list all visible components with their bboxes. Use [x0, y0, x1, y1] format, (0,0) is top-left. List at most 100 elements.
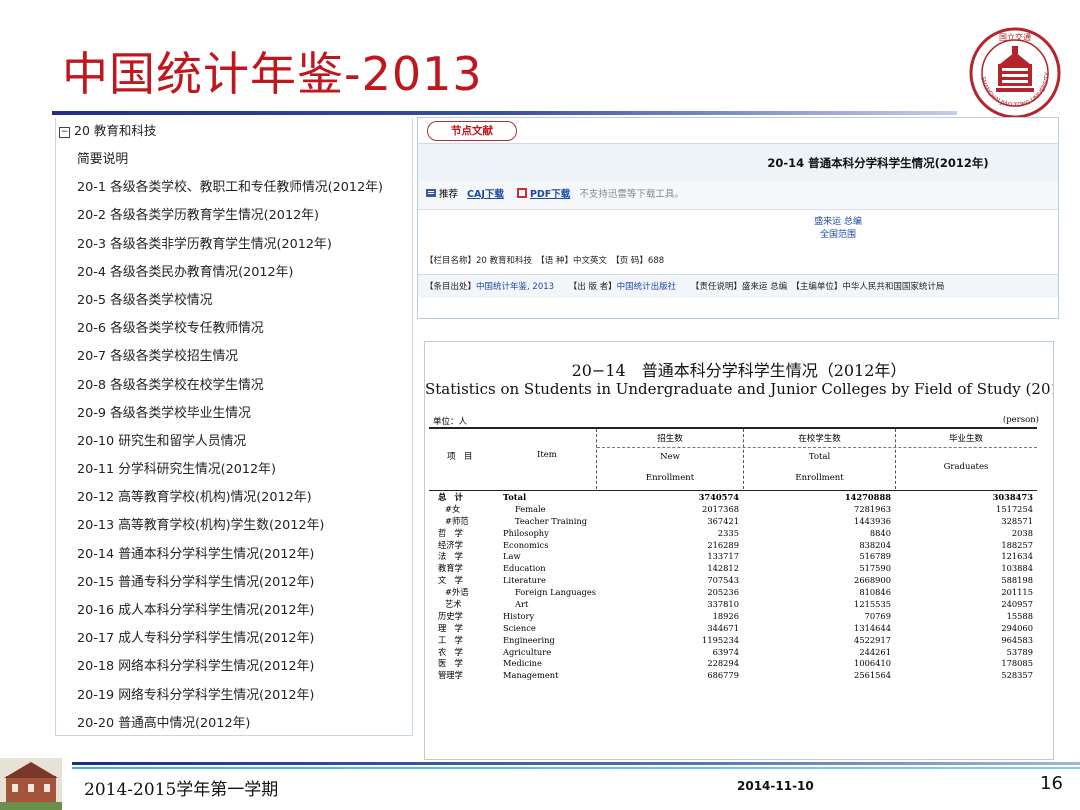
table-row: 管理学 Management 686779 2561564 528357 [429, 670, 1037, 682]
statistics-table: 20−14 普通本科分学科学生情况（2012年） Statistics on S… [424, 341, 1054, 760]
tree-item[interactable]: 20-16 成人本科分学科学生情况(2012年) [77, 602, 383, 630]
row-label-cn: 经济学 [438, 539, 463, 550]
tree-item[interactable]: 20-2 各级各类学历教育学生情况(2012年) [77, 207, 383, 235]
row-label-en: Economics [503, 539, 549, 550]
tree-item[interactable]: 20-5 各级各类学校情况 [77, 292, 383, 320]
footer-rule [72, 762, 1080, 765]
table-row: 哲 学 Philosophy 2335 8840 2038 [429, 528, 1037, 540]
editor-line-2[interactable]: 全国范围 [768, 229, 908, 242]
tree-item[interactable]: 20-3 各级各类非学历教育学生情况(2012年) [77, 236, 383, 264]
responsibility-text: 【责任说明】盛来运 总编 【主编单位】中华人民共和国国家统计局 [690, 282, 945, 292]
row-label-cn: #女 [445, 503, 461, 514]
pdf-icon [516, 188, 527, 198]
campus-photo [0, 758, 62, 810]
cell-total-enrollment: 838204 [859, 539, 891, 550]
table-title-cn: 20−14 普通本科分学科学生情况（2012年） [571, 361, 907, 380]
cell-total-enrollment: 1215535 [854, 599, 891, 610]
row-label-en: Philosophy [503, 527, 549, 538]
row-label-en: Management [503, 670, 559, 681]
table-row: #女 Female 2017368 7281963 1517254 [429, 504, 1037, 516]
header-col2-en1: Total [808, 452, 831, 462]
row-label-en: Teacher Training [515, 515, 588, 526]
cell-new-enrollment: 337810 [707, 599, 739, 610]
header-col1-cn: 招生数 [657, 434, 683, 444]
toc-tree: −20 教育和科技 简要说明 20-1 各级各类学校、教职工和专任教师情况(201… [55, 118, 413, 736]
tree-item[interactable]: 20-10 研究生和留学人员情况 [77, 433, 383, 461]
editor-line-1[interactable]: 盛来运 总编 [768, 216, 908, 229]
cell-new-enrollment: 2017368 [702, 503, 739, 514]
cell-graduates: 103884 [1001, 563, 1033, 574]
tree-item[interactable]: 20-18 网络本科分学科学生情况(2012年) [77, 658, 383, 686]
row-label-cn: 总 计 [438, 492, 463, 502]
tree-items: 简要说明 20-1 各级各类学校、教职工和专任教师情况(2012年) 20-2 各级… [77, 151, 383, 735]
row-label-en: Female [515, 503, 546, 514]
tree-item[interactable]: 20-4 各级各类民办教育情况(2012年) [77, 264, 383, 292]
cell-new-enrollment: 133717 [707, 551, 739, 562]
source-link[interactable]: 中国统计年鉴, 2013 [476, 282, 554, 292]
tree-item[interactable]: 20-6 各级各类学校专任教师情况 [77, 320, 383, 348]
row-label-en: Art [515, 599, 529, 610]
cell-total-enrollment: 810846 [859, 587, 891, 598]
table-row: 经济学 Economics 216289 838204 188257 [429, 540, 1037, 552]
cell-total-enrollment: 7281963 [854, 503, 891, 514]
collapse-icon[interactable]: − [59, 127, 70, 138]
cell-new-enrollment: 2335 [717, 527, 739, 538]
header-col2-en2: Enrollment [795, 473, 844, 483]
tree-root[interactable]: −20 教育和科技 [59, 120, 156, 139]
table-row: 医 学 Medicine 228294 1006410 178085 [429, 658, 1037, 670]
row-label-cn: 艺术 [445, 599, 462, 610]
cell-total-enrollment: 1006410 [854, 658, 891, 669]
tree-item[interactable]: 20-15 普通专科分学科学生情况(2012年) [77, 574, 383, 602]
row-label-cn: 医 学 [438, 658, 463, 669]
tree-item[interactable]: 20-14 普通本科分学科学生情况(2012年) [77, 546, 383, 574]
cell-new-enrollment: 707543 [707, 575, 739, 586]
header-col2-cn: 在校学生数 [798, 434, 841, 444]
unit-en: (person) [1002, 415, 1039, 425]
header-col3-cn: 毕业生数 [948, 434, 983, 444]
header-subrule [597, 447, 1037, 448]
tree-item[interactable]: 20-12 高等教育学校(机构)情况(2012年) [77, 489, 383, 517]
header-item-cn: 项 目 [447, 452, 473, 462]
cell-graduates: 121634 [1001, 551, 1033, 562]
table-row: 艺术 Art 337810 1215535 240957 [429, 599, 1037, 611]
cell-graduates: 528357 [1001, 670, 1033, 681]
cell-graduates: 3038473 [992, 492, 1033, 502]
cnki-panel: 节点文献 20-14 普通本科分学科学生情况(2012年) 推荐 CAJ下载 P… [417, 117, 1059, 319]
row-label-cn: 教育学 [438, 563, 463, 574]
tree-item[interactable]: 简要说明 [77, 151, 383, 179]
tree-item[interactable]: 20-17 成人专科分学科学生情况(2012年) [77, 630, 383, 658]
tab-node-document[interactable]: 节点文献 [427, 121, 517, 141]
tree-item[interactable]: 20-9 各级各类学校毕业生情况 [77, 405, 383, 433]
slide-title: 中国统计年鉴-2013 [62, 47, 483, 101]
tree-item[interactable]: 20-7 各级各类学校招生情况 [77, 348, 383, 376]
tree-item[interactable]: 20-8 各级各类学校在校学生情况 [77, 377, 383, 405]
cell-graduates: 240957 [1001, 599, 1033, 610]
cell-new-enrollment: 3740574 [698, 492, 739, 502]
recommend-button[interactable]: 推荐 [426, 189, 461, 200]
tree-root-label: 20 教育和科技 [74, 123, 157, 138]
tree-item[interactable]: 20-20 普通高中情况(2012年) [77, 715, 383, 735]
document-meta: 盛来运 总编 全国范围 【栏目名称】20 教育和科技 【语 种】中文英文 【页 … [418, 210, 1058, 298]
row-label-en: Literature [503, 575, 546, 586]
table-body: 总 计 Total 3740574 14270888 3038473 #女 Female 20… [429, 492, 1037, 682]
tree-item[interactable]: 20-11 分学科研究生情况(2012年) [77, 461, 383, 489]
cell-total-enrollment: 2668900 [854, 575, 891, 586]
cell-total-enrollment: 1314644 [854, 622, 891, 633]
table-row: #师范 Teacher Training 367421 1443936 328571 [429, 516, 1037, 528]
row-label-en: Engineering [503, 634, 555, 645]
cell-new-enrollment: 18926 [712, 610, 739, 621]
cell-total-enrollment: 70769 [864, 610, 891, 621]
row-label-cn: 法 学 [438, 551, 463, 562]
tree-item[interactable]: 20-1 各级各类学校、教职工和专任教师情况(2012年) [77, 179, 383, 207]
cell-total-enrollment: 14270888 [844, 492, 891, 502]
table-title-en: Statistics on Students in Undergraduate … [425, 380, 1054, 398]
publisher-link[interactable]: 中国统计出版社 [617, 282, 677, 292]
caj-download-link[interactable]: CAJ下载 [467, 189, 504, 200]
pdf-download-link[interactable]: PDF下载 [530, 189, 570, 200]
row-label-cn: 文 学 [438, 575, 463, 586]
meta-row-2: 【条目出处】中国统计年鉴, 2013 【出 版 者】中国统计出版社 【责任说明】… [418, 274, 1058, 298]
tree-item[interactable]: 20-19 网络专科分学科学生情况(2012年) [77, 687, 383, 715]
editor-info: 盛来运 总编 全国范围 [768, 216, 908, 242]
tree-item[interactable]: 20-13 高等教育学校(机构)学生数(2012年) [77, 517, 383, 545]
cell-total-enrollment: 244261 [859, 646, 891, 657]
